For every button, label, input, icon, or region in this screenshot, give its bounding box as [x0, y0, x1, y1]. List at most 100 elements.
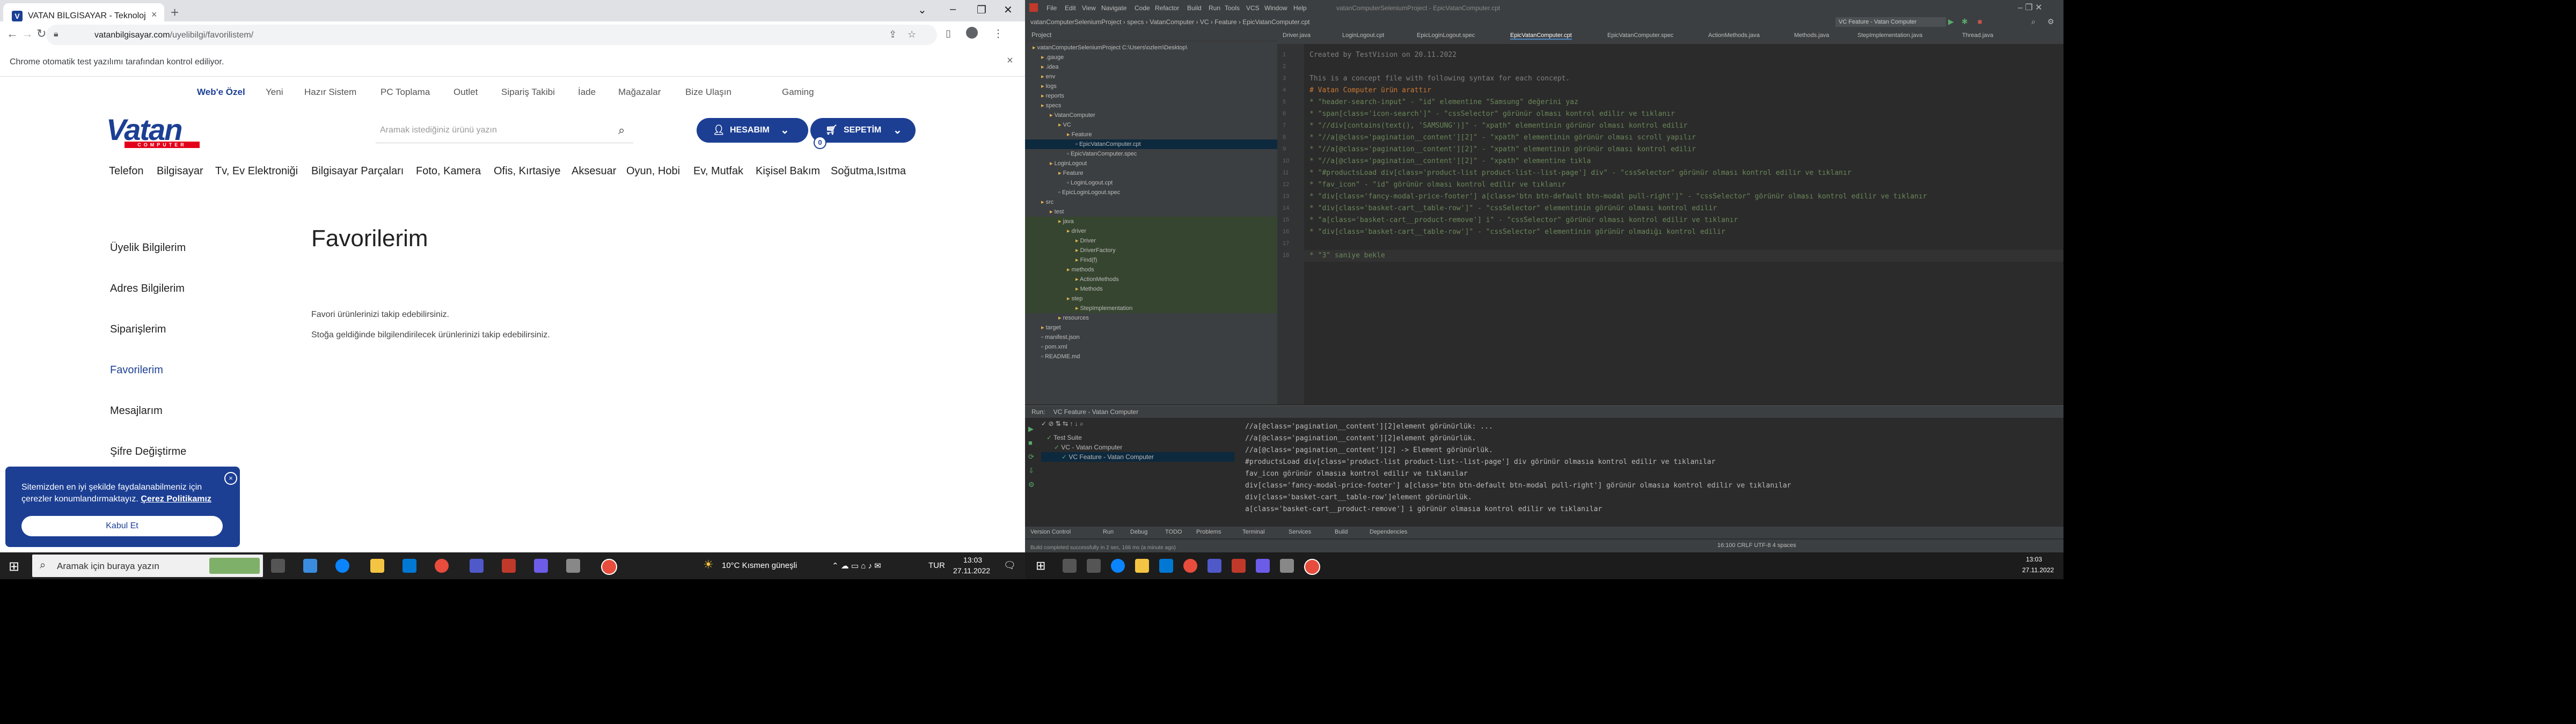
category-ofis[interactable]: Ofis, Kırtasiye	[494, 165, 560, 178]
tray-icons[interactable]: ⌃ ☁ ▭ ⌂ ♪ ✉	[832, 561, 881, 571]
editor-tab[interactable]: StepImplementation.java	[1857, 32, 1922, 39]
chevron-down-icon[interactable]: ⌄	[918, 3, 927, 17]
toplink-hazir-sistem[interactable]: Hazır Sistem	[304, 87, 356, 98]
chrome-icon-2[interactable]	[1183, 559, 1197, 573]
toplink-pc-toplama[interactable]: PC Toplama	[380, 87, 430, 98]
category-bilgisayar[interactable]: Bilgisayar	[157, 165, 203, 178]
mail-icon[interactable]	[402, 559, 416, 573]
run-console[interactable]: //a[@class='pagination__content'][2]elem…	[1245, 421, 2050, 515]
windows-start-icon-2[interactable]: ⊞	[1036, 559, 1045, 573]
project-tree-item[interactable]: ▸ methods	[1025, 265, 1277, 275]
settings-icon[interactable]	[566, 559, 580, 573]
chrome-icon-active[interactable]	[601, 559, 617, 575]
tool-window-tab[interactable]: Problems	[1196, 529, 1221, 535]
project-tree-item[interactable]: ▸ src	[1025, 197, 1277, 207]
reload-icon[interactable]: ↻	[36, 27, 46, 41]
project-tree-item[interactable]: ▸ env	[1025, 72, 1277, 82]
toplink-siparis-takibi[interactable]: Sipariş Takibi	[501, 87, 555, 98]
address-bar[interactable]: 🔒︎ vatanbilgisayar.com/uyelibilgi/favori…	[46, 25, 937, 45]
project-tree-item[interactable]: ▫ README.md	[1025, 352, 1277, 361]
tool-window-tab[interactable]: TODO	[1165, 529, 1182, 535]
menu-code[interactable]: Code	[1135, 4, 1150, 12]
menu-view[interactable]: View	[1082, 4, 1096, 12]
menu-tools[interactable]: Tools	[1225, 4, 1240, 12]
close-window-icon[interactable]: ✕	[1004, 3, 1013, 17]
code-line[interactable]: Created by TestVision on 20.11.2022	[1309, 49, 1457, 61]
code-line[interactable]: * "//a[@class='pagination__content'][2]"…	[1309, 156, 1591, 167]
project-tree-item[interactable]: ▸ StepImplementation	[1025, 304, 1277, 313]
file-explorer-icon-2[interactable]	[1135, 559, 1149, 573]
project-tree-item[interactable]: ▸ reports	[1025, 91, 1277, 101]
menu-build[interactable]: Build	[1187, 4, 1202, 12]
language-indicator[interactable]: TUR	[928, 561, 945, 570]
code-editor[interactable]: Driver.java LoginLogout.cpt EpicLoginLogou…	[1277, 29, 2063, 404]
weather-text[interactable]: 10°C Kısmen güneşli	[722, 561, 797, 570]
back-icon[interactable]: ←	[6, 27, 18, 41]
clock-date[interactable]: 27.11.2022	[953, 566, 990, 575]
windows-start-icon[interactable]: ⊞	[9, 559, 19, 574]
app-icon-2[interactable]	[534, 559, 548, 573]
cookie-policy-link[interactable]: Çerez Politikamız	[141, 494, 211, 504]
run-toolbar-icons[interactable]: ✓ ⊘ ⇅ ⇆ ↑ ↓ ⌕	[1041, 420, 1084, 428]
editor-tab[interactable]: EpicLoginLogout.spec	[1417, 32, 1475, 39]
menu-run[interactable]: Run	[1209, 4, 1220, 12]
project-tree-item[interactable]: ▸ resources	[1025, 313, 1277, 323]
project-label[interactable]: Project	[1031, 31, 1051, 39]
app-icon-3[interactable]	[1256, 559, 1270, 573]
project-tree-item[interactable]: ▫ pom.xml	[1025, 342, 1277, 352]
toplink-bize-ulasin[interactable]: Bize Ulaşın	[685, 87, 731, 98]
cookie-close-icon[interactable]: ×	[224, 472, 237, 485]
tool-window-tab[interactable]: Debug	[1130, 529, 1147, 535]
project-tree-item[interactable]: ▸ ActionMethods	[1025, 275, 1277, 284]
settings-gear-icon[interactable]: ⚙	[2047, 17, 2054, 26]
project-tree-item[interactable]: ▸ target	[1025, 323, 1277, 333]
teams-icon[interactable]	[470, 559, 484, 573]
run-tree-item[interactable]: ✓ VC Feature - Vatan Computer	[1041, 452, 1234, 462]
project-tree-item[interactable]: ▸ test	[1025, 207, 1277, 217]
project-tree-item[interactable]: ▸ Methods	[1025, 284, 1277, 294]
project-tree-item[interactable]: ▸ java	[1025, 217, 1277, 226]
menu-file[interactable]: File	[1046, 4, 1057, 12]
menu-edit[interactable]: Edit	[1065, 4, 1076, 12]
category-kisisel-bakim[interactable]: Kişisel Bakım	[756, 165, 820, 178]
run-icon[interactable]: ▶	[1948, 17, 1954, 26]
bookmark-star-icon[interactable]: ☆	[908, 29, 916, 40]
project-tree-item[interactable]: ▸ LoginLogout	[1025, 159, 1277, 168]
notification-icon[interactable]: 🗨︎	[1004, 560, 1016, 571]
intellij-icon-2[interactable]	[1232, 559, 1246, 573]
edge-icon[interactable]	[335, 559, 349, 573]
project-tree-item[interactable]: ▫ LoginLogout.cpt	[1025, 178, 1277, 188]
menu-navigate[interactable]: Navigate	[1101, 4, 1126, 12]
toplink-yeni[interactable]: Yeni	[266, 87, 283, 98]
menu-refactor[interactable]: Refactor	[1155, 4, 1179, 12]
tool-window-tab[interactable]: Services	[1289, 529, 1311, 535]
vatan-logo[interactable]: Vatan COMPUTER	[106, 115, 203, 148]
run-tree-item[interactable]: ✓ VC - Vatan Computer	[1041, 442, 1234, 452]
share-icon[interactable]: ⇪	[889, 29, 897, 40]
project-tree-item[interactable]: ▸ VatanComputer	[1025, 110, 1277, 120]
clock-date-2[interactable]: 27.11.2022	[2022, 566, 2054, 574]
edge-icon-2[interactable]	[1111, 559, 1125, 573]
status-right[interactable]: 16:100 CRLF UTF-8 4 spaces	[1717, 542, 1796, 549]
ide-window-controls-icon[interactable]: – ❐ ✕	[2018, 2, 2043, 13]
category-sogutma[interactable]: Soğutma,Isıtma	[831, 165, 906, 178]
project-tree-item[interactable]: ▸ Feature	[1025, 130, 1277, 139]
intellij-icon[interactable]	[502, 559, 516, 573]
sidebar-item-favoriler[interactable]: Favorilerim	[110, 364, 163, 376]
run-tool-icons[interactable]: ▶ ■ ⟳ ⇩ ⚙	[1028, 422, 1035, 492]
maximize-icon[interactable]: ❐	[977, 3, 986, 17]
profile-avatar-icon[interactable]	[966, 27, 978, 39]
toplink-magazalar[interactable]: Mağazalar	[618, 87, 661, 98]
ide-breadcrumb[interactable]: vatanComputerSeleniumProject › specs › V…	[1030, 18, 1309, 26]
taskbar-search[interactable]: ⌕ Aramak için buraya yazın	[32, 555, 263, 577]
code-line[interactable]: * "//a[@class='pagination__content'][2]"…	[1309, 132, 1696, 144]
minimize-icon[interactable]: –	[950, 3, 956, 16]
code-line[interactable]: * "div[class='basket-cart__table-row']" …	[1309, 226, 1725, 238]
editor-tab[interactable]: EpicVatanComputer.cpt	[1510, 32, 1572, 40]
code-line[interactable]: * "div[class='basket-cart__table-row']" …	[1309, 203, 1717, 215]
browser-tab[interactable]: V VATAN BİLGİSAYAR - Teknoloji d... ×	[3, 3, 164, 21]
editor-tab[interactable]: EpicVatanComputer.spec	[1607, 32, 1673, 39]
sidebar-item-siparisler[interactable]: Siparişlerim	[110, 323, 166, 336]
run-config-select[interactable]: VC Feature - Vatan Computer	[1835, 17, 1946, 27]
editor-tab[interactable]: Methods.java	[1794, 32, 1829, 39]
